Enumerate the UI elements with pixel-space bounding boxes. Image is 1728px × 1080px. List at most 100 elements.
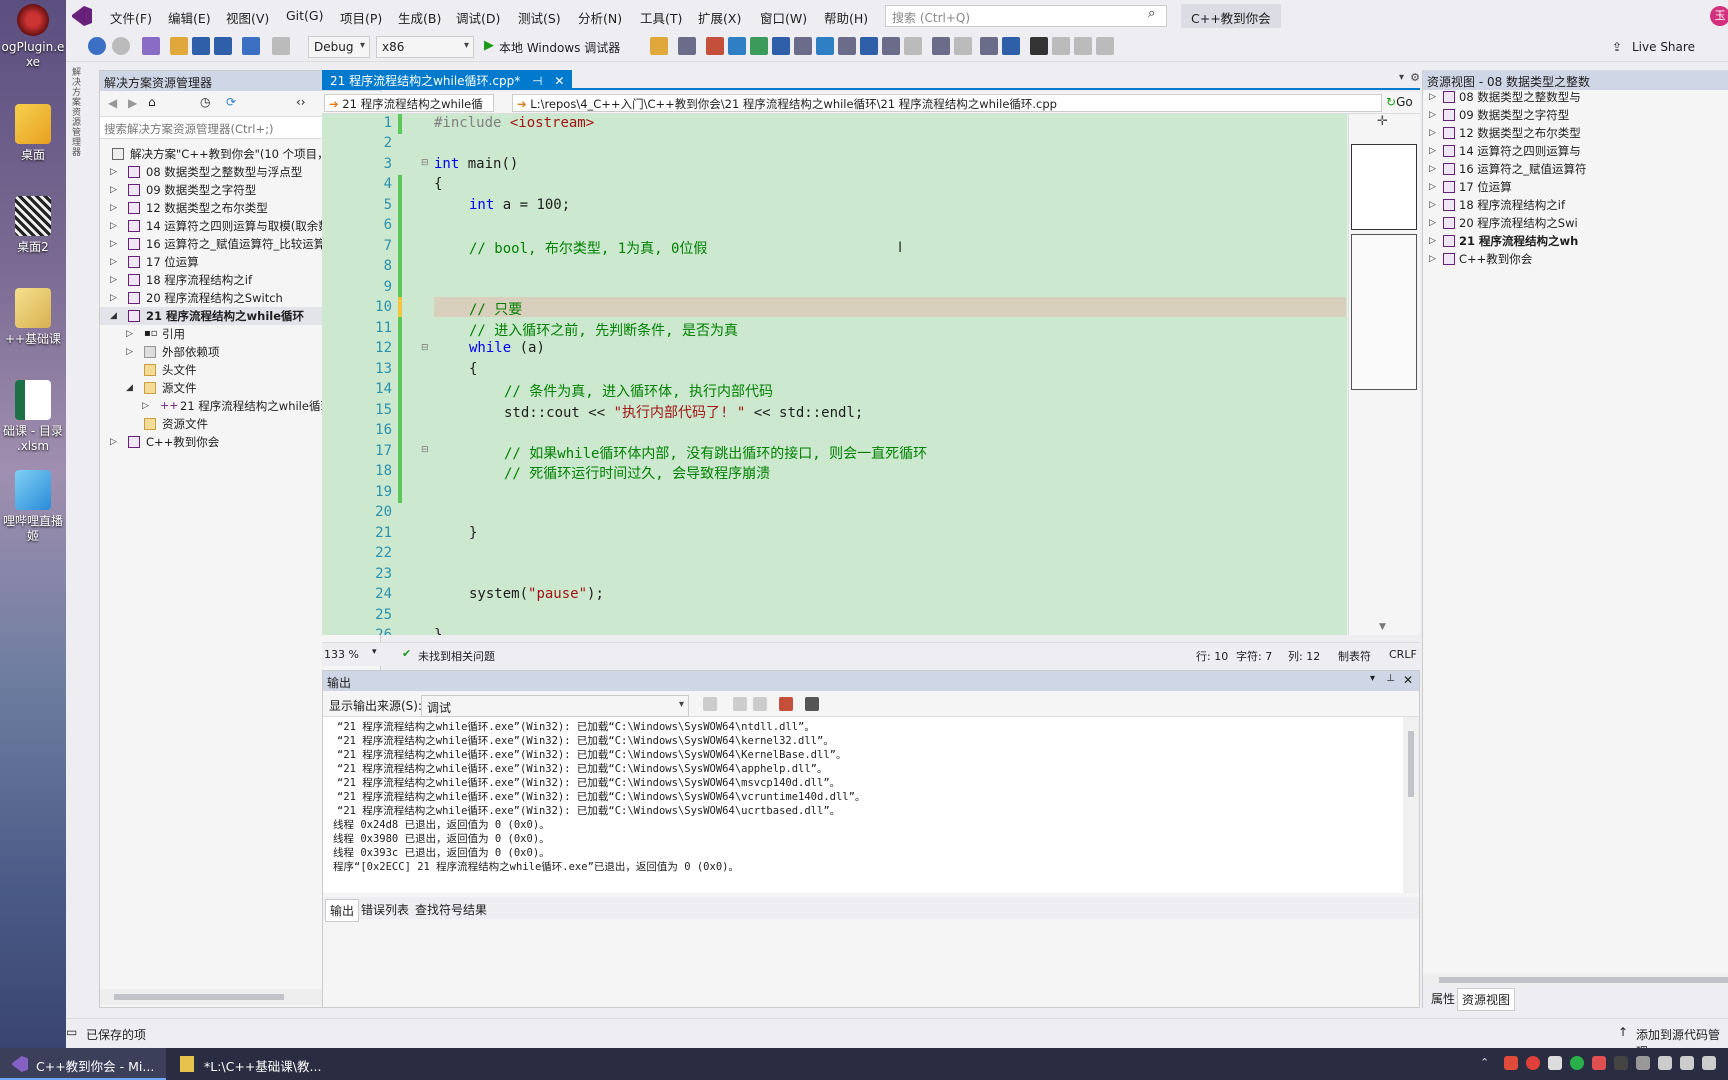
expand-icon[interactable]: ▷: [110, 181, 117, 199]
clear-all-icon[interactable]: [779, 697, 793, 711]
menu-edit[interactable]: 编辑(E): [168, 8, 211, 27]
expand-icon[interactable]: ▷: [1429, 178, 1436, 196]
res-tree-item[interactable]: ▷ C++教到你会: [1423, 250, 1703, 268]
add-to-source-control-button[interactable]: 添加到源代码管理: [1636, 1026, 1728, 1048]
expand-icon[interactable]: ▷: [1429, 106, 1436, 124]
tab-active-document[interactable]: 21 程序流程结构之while循环.cpp* ⊣ ✕: [322, 70, 573, 90]
tab-find-symbol-results[interactable]: 查找符号结果: [411, 899, 491, 920]
res-tree-item[interactable]: ▷ 16 运算符之_赋值运算符: [1423, 160, 1703, 178]
notifications-icon[interactable]: ▭: [66, 1025, 77, 1039]
undo-icon[interactable]: [242, 37, 260, 55]
redo-icon[interactable]: [272, 37, 290, 55]
menu-debug[interactable]: 调试(D): [456, 8, 500, 27]
expand-icon[interactable]: ▷: [1429, 196, 1436, 214]
tab-properties[interactable]: 属性: [1427, 988, 1459, 1009]
display-icon[interactable]: [1636, 1056, 1650, 1070]
platform-select[interactable]: x86: [376, 36, 474, 58]
toolbar-icon-b[interactable]: [678, 37, 696, 55]
menu-project[interactable]: 项目(P): [340, 8, 382, 27]
expand-icon[interactable]: ▷: [1429, 124, 1436, 142]
volume-icon[interactable]: [1702, 1056, 1716, 1070]
save-all-icon[interactable]: [214, 37, 232, 55]
go-button[interactable]: ↻Go: [1386, 95, 1413, 109]
chevron-up-icon[interactable]: ⌃: [1480, 1056, 1489, 1069]
pin-icon[interactable]: ⊥: [1386, 673, 1395, 684]
tab-error-list[interactable]: 错误列表: [357, 899, 413, 920]
desktop-icon-bilibili[interactable]: 哩哔哩直播 姬: [0, 470, 66, 544]
output-text[interactable]: “21 程序流程结构之while循环.exe”(Win32): 已加载“C:\W…: [323, 717, 1403, 893]
find-message-icon[interactable]: [703, 697, 717, 711]
expand-icon[interactable]: ▷: [142, 397, 149, 415]
expand-icon[interactable]: ▷: [126, 343, 133, 361]
expand-icon[interactable]: ▷: [110, 199, 117, 217]
expand-icon[interactable]: ▷: [1429, 250, 1436, 268]
scrollbar-thumb[interactable]: [1439, 977, 1728, 983]
microphone-icon[interactable]: [1680, 1056, 1694, 1070]
menu-git[interactable]: Git(G): [286, 8, 324, 23]
network-icon[interactable]: [1658, 1056, 1672, 1070]
scope-select[interactable]: ➔ 21 程序流程结构之while循: [324, 94, 494, 112]
tray-icon-2[interactable]: [1526, 1056, 1540, 1070]
expand-icon[interactable]: ▷: [110, 163, 117, 181]
taskbar-notepad-button[interactable]: *L:\C++基础课\教...: [168, 1048, 328, 1080]
next-message-icon[interactable]: [753, 697, 767, 711]
back-icon[interactable]: [88, 37, 106, 55]
expand-icon[interactable]: ▷: [126, 325, 133, 343]
scrollbar-minimap[interactable]: ✛ ▼: [1348, 114, 1420, 635]
menu-window[interactable]: 窗口(W): [760, 8, 807, 27]
open-folder-icon[interactable]: [170, 37, 188, 55]
toolbar-icon-g[interactable]: [794, 37, 812, 55]
res-tree-item[interactable]: ▷ 14 运算符之四则运算与: [1423, 142, 1703, 160]
config-select[interactable]: Debug: [308, 36, 370, 58]
menu-test[interactable]: 测试(S): [518, 8, 561, 27]
forward-icon[interactable]: ▶: [128, 96, 137, 110]
expand-icon[interactable]: ▷: [1429, 214, 1436, 232]
char-indicator[interactable]: 字符: 7: [1236, 648, 1272, 664]
fold-icon[interactable]: ⊟: [421, 445, 429, 455]
expand-icon[interactable]: ▷: [1429, 88, 1436, 106]
toolbar-icon-j[interactable]: [860, 37, 878, 55]
tray-icon-6[interactable]: [1614, 1056, 1628, 1070]
tabs-indicator[interactable]: 制表符: [1338, 648, 1371, 664]
res-tree-item[interactable]: ▷ 20 程序流程结构之Swi: [1423, 214, 1703, 232]
code-icon[interactable]: ‹›: [296, 95, 306, 109]
menu-build[interactable]: 生成(B): [398, 8, 441, 27]
indicator-margin[interactable]: [322, 114, 342, 635]
pin-icon[interactable]: ⊣: [532, 74, 542, 88]
toolbar-icon-q[interactable]: [1052, 37, 1070, 55]
taskbar-vs-button[interactable]: C++教到你会 - Mi...: [0, 1048, 166, 1080]
menu-help[interactable]: 帮助(H): [824, 8, 868, 27]
menu-file[interactable]: 文件(F): [110, 8, 152, 27]
collapse-icon[interactable]: ◢: [126, 379, 133, 397]
res-tree-item[interactable]: ▷ 17 位运算: [1423, 178, 1703, 196]
desktop-icon-desktop2[interactable]: 桌面2: [0, 196, 66, 255]
toolbar-icon-m[interactable]: [932, 37, 950, 55]
desktop-icon-plugin[interactable]: ogPlugin.e xe: [0, 4, 66, 70]
expand-icon[interactable]: ▷: [110, 253, 117, 271]
vertical-scrollbar[interactable]: [1403, 717, 1419, 893]
res-tree-item[interactable]: ▷ 21 程序流程结构之wh: [1423, 232, 1703, 250]
eol-indicator[interactable]: CRLF: [1389, 648, 1417, 661]
tab-resource-view[interactable]: 资源视图: [1457, 988, 1516, 1011]
tab-dropdown-icon[interactable]: ▾: [1399, 72, 1404, 83]
toolbar-icon-p[interactable]: [1002, 37, 1020, 55]
toolbar-icon-k[interactable]: [882, 37, 900, 55]
toolbar-icon-e[interactable]: [750, 37, 768, 55]
live-share-button[interactable]: Live Share: [1632, 40, 1695, 54]
scrollbar-thumb[interactable]: [114, 994, 284, 1000]
file-path-select[interactable]: ➔ L:\repos\4_C++入门\C++教到你会\21 程序流程结构之whi…: [512, 94, 1382, 112]
res-tree-item[interactable]: ▷ 09 数据类型之字符型: [1423, 106, 1703, 124]
expand-icon[interactable]: ▷: [110, 217, 117, 235]
dropdown-icon[interactable]: ▾: [1370, 673, 1375, 684]
issues-status[interactable]: 未找到相关问题: [418, 648, 495, 664]
toolbar-icon-o[interactable]: [980, 37, 998, 55]
close-tab-icon[interactable]: ✕: [554, 74, 564, 88]
tab-output[interactable]: 输出: [325, 899, 360, 922]
expand-icon[interactable]: ▷: [110, 289, 117, 307]
search-input[interactable]: 搜索 (Ctrl+Q): [885, 5, 1167, 27]
toolbar-icon-c[interactable]: [706, 37, 724, 55]
expand-icon[interactable]: ▷: [110, 235, 117, 253]
refresh-icon[interactable]: ⟳: [226, 95, 236, 109]
solution-explorer-rail-tab[interactable]: 解决方案资源管理器: [72, 68, 84, 164]
res-tree-item[interactable]: ▷ 18 程序流程结构之if: [1423, 196, 1703, 214]
